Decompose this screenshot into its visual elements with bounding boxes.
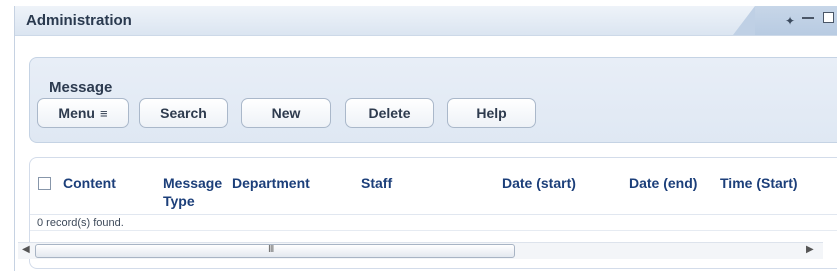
records-count: 0 record(s) found. [37, 217, 124, 229]
column-header-label: Department [232, 175, 310, 191]
column-header-time-start[interactable]: Time (Start) [720, 174, 798, 192]
maximize-icon[interactable] [823, 12, 834, 23]
minimize-icon[interactable] [802, 17, 814, 19]
scrollbar-grip: III [268, 244, 274, 255]
menu-button-label: Menu [58, 105, 95, 121]
column-header-label: Time (Start) [720, 175, 798, 191]
column-header-date-end[interactable]: Date (end) [629, 174, 697, 192]
scroll-right-icon[interactable]: ▶ [806, 244, 814, 255]
column-header-date-start[interactable]: Date (start) [502, 174, 576, 192]
column-header-label: Staff [361, 175, 393, 191]
search-button[interactable]: Search [139, 98, 228, 128]
tools-icon[interactable]: ✦ [785, 15, 795, 27]
column-header-staff[interactable]: Staff [361, 174, 392, 192]
grid-header: Content Message Type Department Staff Da… [30, 158, 837, 212]
column-header-label: Date (end) [629, 175, 698, 191]
panel-title: Message [49, 79, 113, 96]
delete-button[interactable]: Delete [345, 98, 434, 128]
window-title: Administration [26, 12, 132, 29]
records-divider [30, 230, 837, 231]
select-all-checkbox[interactable] [38, 177, 51, 190]
column-header-department[interactable]: Department [232, 174, 310, 192]
column-header-label: Message [163, 175, 223, 191]
column-header-label: Date (start) [502, 175, 576, 191]
window-titlebar: Administration ✦ [15, 6, 837, 36]
menu-button[interactable]: Menu ≡ [37, 98, 129, 128]
new-button[interactable]: New [241, 98, 331, 128]
column-header-message-type[interactable]: Message Type [163, 174, 222, 210]
help-button[interactable]: Help [447, 98, 536, 128]
column-header-label-line2: Type [163, 193, 195, 209]
horizontal-scrollbar[interactable]: ◀ III ▶ [18, 242, 823, 259]
column-header-label: Content [63, 175, 116, 191]
message-panel: Message Menu ≡ Search New Delete Help [29, 57, 837, 143]
administration-window: Administration ✦ Message Menu ≡ Search Ne… [14, 6, 837, 271]
header-divider [30, 214, 837, 215]
column-header-content[interactable]: Content [63, 174, 116, 192]
scroll-left-icon[interactable]: ◀ [22, 244, 30, 255]
scrollbar-thumb[interactable]: III [35, 244, 515, 258]
menu-dropdown-icon: ≡ [99, 106, 108, 121]
